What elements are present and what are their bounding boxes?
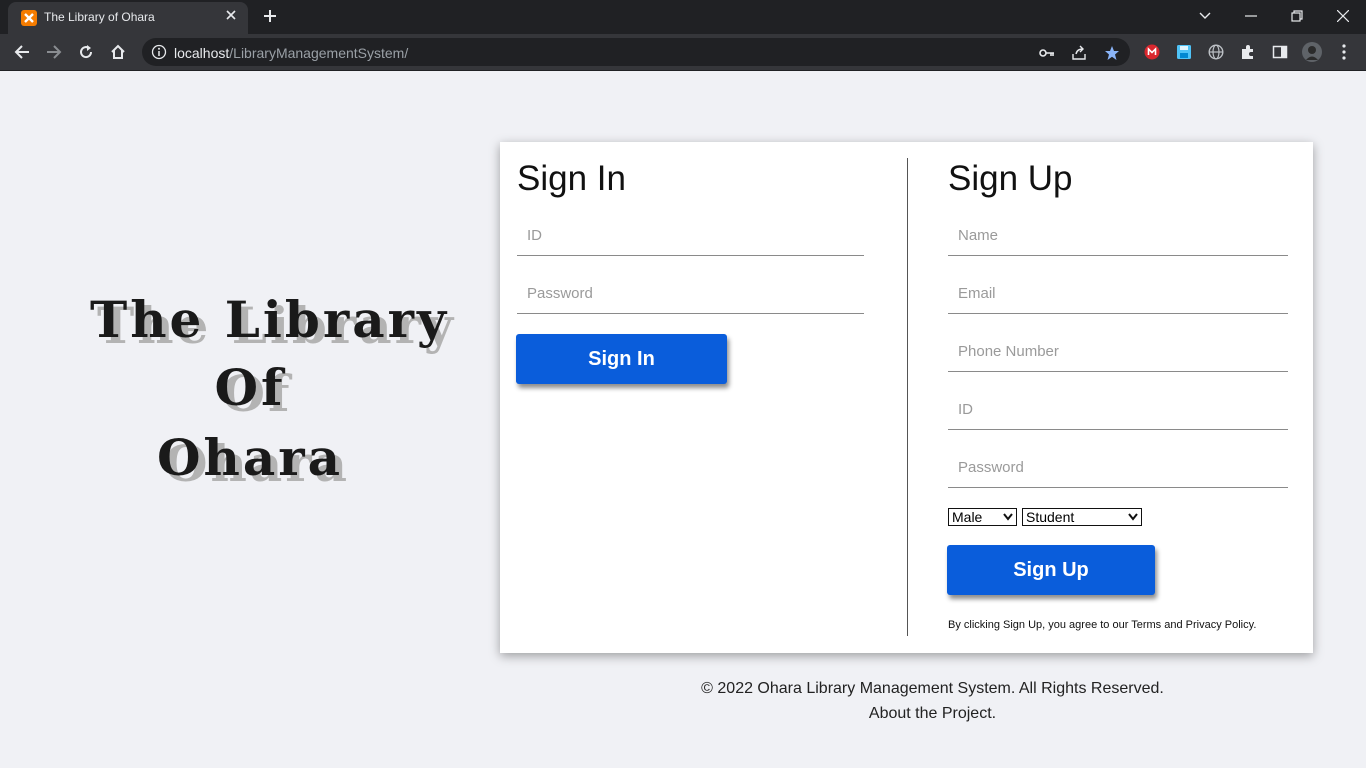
signin-password-input[interactable] [517,274,864,314]
new-tab-plus-icon[interactable] [258,5,282,29]
extensions-puzzle-icon[interactable] [1238,42,1258,62]
gender-chevron-down-icon [1003,513,1013,521]
key-icon[interactable] [1038,44,1056,62]
url-host: localhost [174,45,230,61]
tab-search-chevron-down-icon[interactable] [1182,0,1228,32]
logo-line-1: The Library [90,290,450,349]
library-logo: The Library Of Ohara [90,282,450,502]
role-select[interactable]: Student [1022,508,1142,526]
minimize-icon[interactable] [1228,0,1274,32]
tab-title: The Library of Ohara [44,10,155,24]
signup-legal-notice: By clicking Sign Up, you agree to our Te… [948,619,1256,631]
signup-id-input[interactable] [948,390,1288,430]
forward-arrow-icon[interactable] [40,38,68,66]
legal-prefix: By clicking Sign Up, you agree to our [948,619,1132,631]
signup-password-input[interactable] [948,448,1288,488]
privacy-policy-link[interactable]: Privacy Policy [1186,619,1254,631]
share-icon[interactable] [1070,44,1088,62]
mega-extension-icon[interactable] [1142,42,1162,62]
about-project-link[interactable]: About the Project. [500,701,1365,726]
profile-avatar[interactable] [1302,42,1322,62]
signin-button[interactable]: Sign In [516,334,727,384]
globe-extension-icon[interactable] [1206,42,1226,62]
page-footer: © 2022 Ohara Library Management System. … [500,676,1365,726]
home-icon[interactable] [104,38,132,66]
bookmark-star-icon[interactable] [1103,44,1121,62]
signup-name-input[interactable] [948,216,1288,256]
role-select-value: Student [1026,509,1075,525]
back-arrow-icon[interactable] [8,38,36,66]
legal-suffix: . [1253,619,1257,631]
save-disk-extension-icon[interactable] [1174,42,1194,62]
address-bar[interactable]: localhost/LibraryManagementSystem/ [142,38,1130,66]
logo-line-3: Ohara [156,428,344,487]
browser-tab-strip: The Library of Ohara [0,0,1366,34]
url-path: /LibraryManagementSystem/ [229,45,409,61]
logo-line-2: Of [214,358,286,417]
signup-phone-input[interactable] [948,332,1288,372]
browser-toolbar: localhost/LibraryManagementSystem/ [0,34,1366,71]
site-info-icon[interactable] [151,44,167,60]
reload-icon[interactable] [72,38,100,66]
copyright-text: © 2022 Ohara Library Management System. … [701,680,1164,697]
xampp-favicon-icon [21,10,37,26]
signin-id-input[interactable] [517,216,864,256]
signup-title: Sign Up [948,159,1073,198]
restore-icon[interactable] [1274,0,1320,32]
gender-select[interactable]: Male [948,508,1017,526]
terms-link[interactable]: Terms [1131,619,1161,631]
gender-select-value: Male [952,509,983,525]
signin-title: Sign In [517,159,626,198]
browser-menu-icon[interactable] [1334,42,1354,62]
browser-tab[interactable]: The Library of Ohara [8,2,248,34]
side-panel-icon[interactable] [1270,42,1290,62]
signup-button[interactable]: Sign Up [947,545,1155,595]
url-text: localhost/LibraryManagementSystem/ [174,45,408,61]
legal-and: and [1161,619,1186,631]
panel-divider [907,158,908,636]
close-window-icon[interactable] [1320,0,1366,32]
tab-close-icon[interactable] [222,8,240,26]
role-chevron-down-icon [1128,513,1138,521]
auth-card: Sign In Sign In Sign Up Male Student Sig… [500,142,1313,653]
signup-email-input[interactable] [948,274,1288,314]
